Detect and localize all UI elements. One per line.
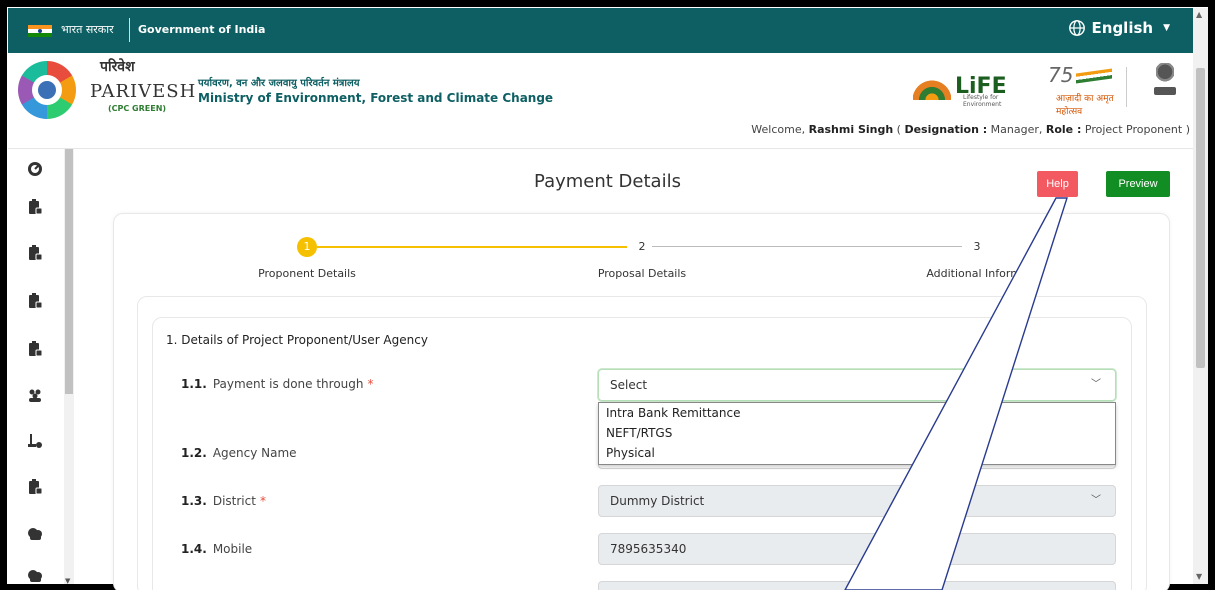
step-3-label: Additional Informa xyxy=(926,267,1028,280)
required-marker: * xyxy=(259,494,266,508)
logo-hindi: परिवेश xyxy=(100,59,135,75)
ministry-english: Ministry of Environment, Forest and Clim… xyxy=(198,91,554,105)
mobile-label: 1.4. Mobile xyxy=(181,542,252,556)
district-value: Dummy District xyxy=(610,494,705,508)
step-2[interactable]: 2 xyxy=(632,237,652,257)
gov-hindi-label: भारत सरकार xyxy=(61,23,114,36)
clipboard-icon[interactable] xyxy=(27,479,43,495)
welcome-prefix: Welcome, xyxy=(751,123,809,136)
clipboard-icon[interactable] xyxy=(27,341,43,357)
payment-mode-value: Select xyxy=(610,378,648,392)
field-number: 1.1. xyxy=(181,377,207,391)
chevron-down-icon: ﹀ xyxy=(1091,379,1101,390)
step-3[interactable]: 3 xyxy=(967,237,987,257)
sidebar-scrollbar[interactable]: ▼ xyxy=(64,149,74,585)
field-label-text: Agency Name xyxy=(212,446,297,460)
stepper-line xyxy=(652,246,962,247)
role-value: Project Proponent xyxy=(1084,123,1183,136)
district-select[interactable]: Dummy District ﹀ xyxy=(598,485,1116,517)
field-number: 1.4. xyxy=(181,542,207,556)
designation-label: Designation : xyxy=(904,123,988,136)
life-logo: LiFE Lifestyle for Environment xyxy=(913,67,1031,108)
district-label: 1.3. District * xyxy=(181,494,266,508)
logo-english: PARIVESH xyxy=(90,81,197,102)
national-emblem-icon xyxy=(1152,63,1178,107)
scroll-up-icon[interactable]: ▲ xyxy=(1196,10,1202,19)
divider xyxy=(1126,67,1127,107)
step-2-label: Proposal Details xyxy=(597,267,687,280)
azadi-text: आज़ादी का अमृत महोत्सव xyxy=(1056,94,1114,117)
payment-mode-label: 1.1. Payment is done through * xyxy=(181,377,374,391)
field-number: 1.2. xyxy=(181,446,207,460)
required-marker: * xyxy=(367,377,374,391)
logo-subtitle: (CPC GREEN) xyxy=(108,104,167,113)
step-1-label: Proponent Details xyxy=(258,267,356,280)
government-bar: भारत सरकार Government of India English ▼ xyxy=(8,8,1198,53)
mobile-input[interactable]: 7895635340 xyxy=(598,533,1116,565)
page-scrollbar[interactable]: ▲ ▼ xyxy=(1193,8,1208,584)
azadi-number: 75 xyxy=(1048,63,1074,87)
stepper-line-completed xyxy=(317,246,627,248)
chevron-down-icon: ﹀ xyxy=(1091,495,1101,506)
life-burst-icon xyxy=(913,74,951,100)
agency-name-label: 1.2. Agency Name xyxy=(181,446,297,460)
users-icon[interactable] xyxy=(27,387,43,403)
payment-mode-dropdown: Intra Bank Remittance NEFT/RTGS Physical xyxy=(598,402,1116,465)
user-icon[interactable] xyxy=(27,433,43,449)
cloud-icon[interactable] xyxy=(27,525,43,541)
language-label: English xyxy=(1091,19,1154,37)
india-flag-icon xyxy=(28,25,52,37)
option-physical[interactable]: Physical xyxy=(599,443,1115,463)
welcome-message: Welcome, Rashmi Singh ( Designation : Ma… xyxy=(751,123,1190,136)
page-scroll-thumb[interactable] xyxy=(1196,68,1205,368)
option-neft-rtgs[interactable]: NEFT/RTGS xyxy=(599,423,1115,443)
clipboard-icon[interactable] xyxy=(27,245,43,261)
azadi-ka-amrit-mahotsav-logo: 75 आज़ादी का अमृत महोत्सव xyxy=(1048,63,1118,117)
section-title: 1. Details of Project Proponent/User Age… xyxy=(166,333,428,347)
gov-english-label: Government of India xyxy=(138,23,266,36)
life-logo-subtitle: Lifestyle for Environment xyxy=(963,94,1002,108)
preview-button[interactable]: Preview xyxy=(1106,171,1170,197)
role-label: Role : xyxy=(1045,123,1082,136)
globe-icon xyxy=(1068,20,1085,36)
caret-down-icon: ▼ xyxy=(1163,23,1170,33)
field-number: 1.3. xyxy=(181,494,207,508)
option-intra-bank-remittance[interactable]: Intra Bank Remittance xyxy=(599,403,1115,423)
help-button[interactable]: Help xyxy=(1037,171,1078,197)
user-name: Rashmi Singh xyxy=(808,123,894,136)
clipboard-icon[interactable] xyxy=(27,199,43,215)
field-label-text: Mobile xyxy=(212,542,253,556)
next-field-input[interactable] xyxy=(598,581,1116,590)
scroll-down-icon[interactable]: ▼ xyxy=(1196,572,1202,581)
field-label-text: Payment is done through xyxy=(212,377,364,391)
designation-value: Manager xyxy=(990,123,1039,136)
scroll-down-icon[interactable]: ▼ xyxy=(65,577,70,585)
flag-wave-icon xyxy=(1076,68,1112,84)
site-header: परिवेश PARIVESH (CPC GREEN) पर्यावरण, वन… xyxy=(8,53,1198,149)
language-selector[interactable]: English ▼ xyxy=(1068,19,1170,37)
page-title: Payment Details xyxy=(534,171,681,192)
field-label-text: District xyxy=(212,494,256,508)
payment-mode-select[interactable]: Select ﹀ xyxy=(598,369,1116,401)
ministry-hindi: पर्यावरण, वन और जलवायु परिवर्तन मंत्रालय xyxy=(198,78,360,89)
parivesh-logo-icon[interactable] xyxy=(18,61,76,119)
step-1[interactable]: 1 xyxy=(297,237,317,257)
clipboard-icon[interactable] xyxy=(27,293,43,309)
divider xyxy=(129,18,130,42)
cloud-icon[interactable] xyxy=(27,567,43,583)
